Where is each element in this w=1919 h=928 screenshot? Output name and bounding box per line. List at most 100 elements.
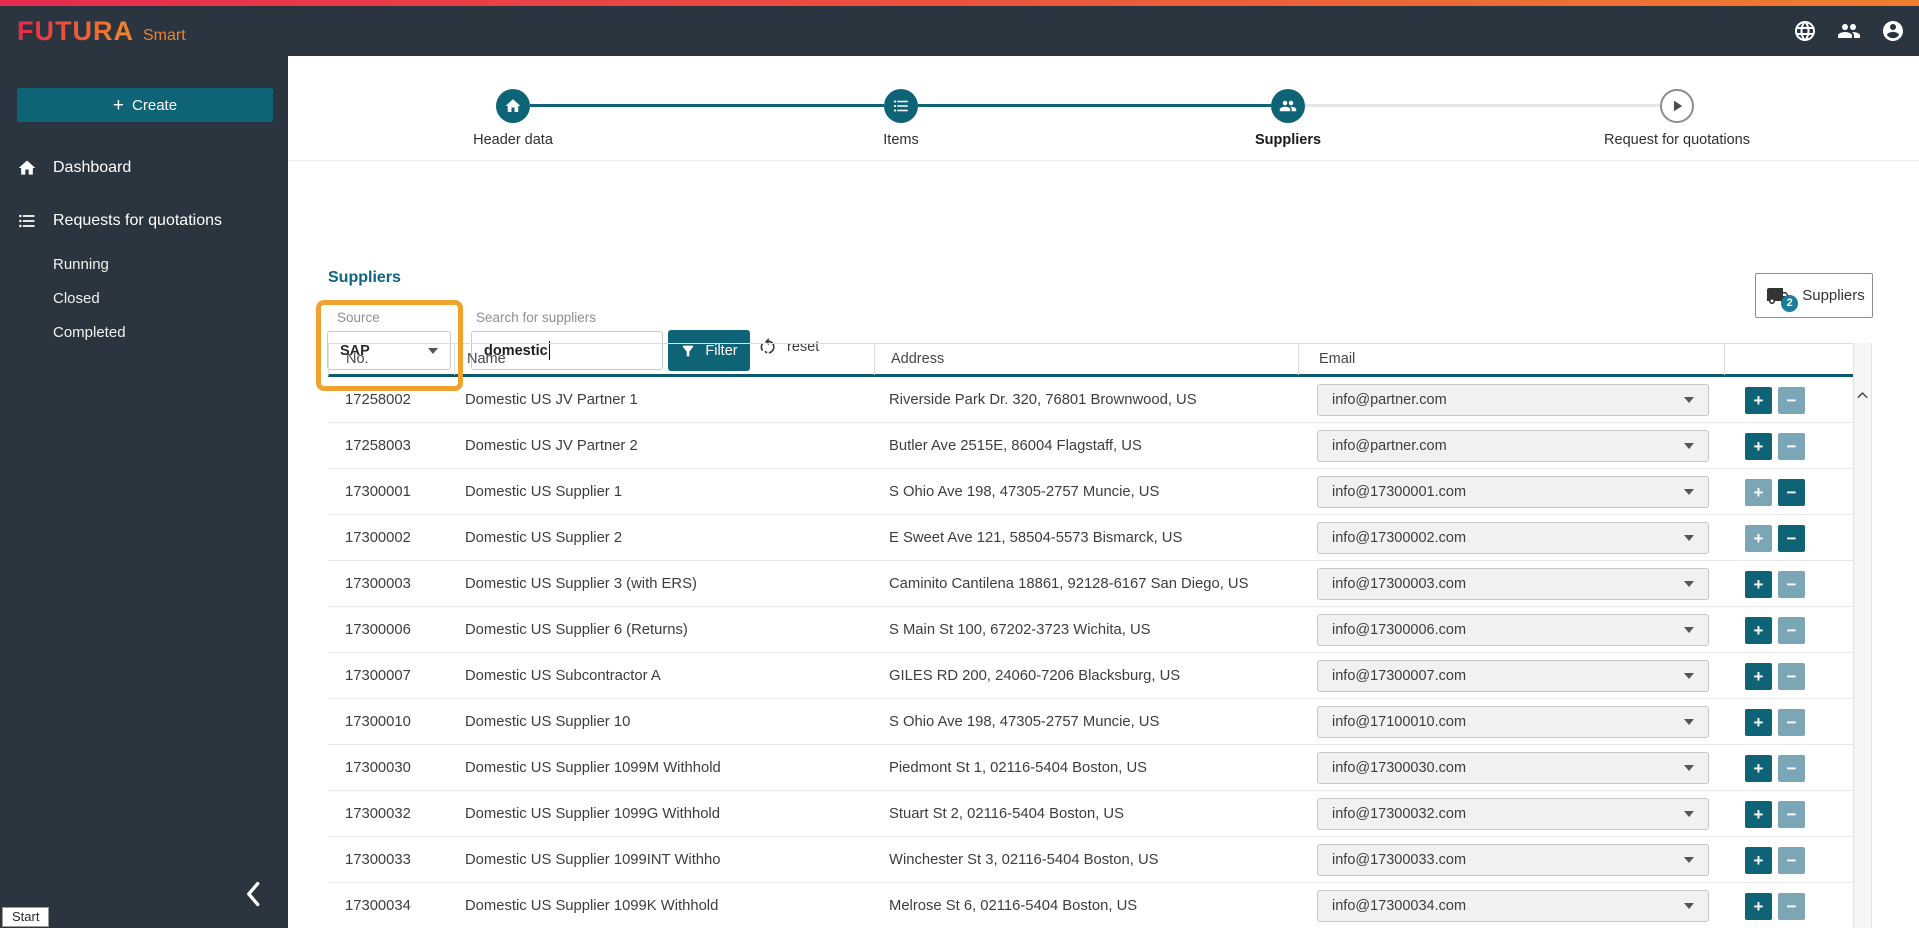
sidebar-nav: Dashboard Requests for quotations Runnin… xyxy=(0,145,288,350)
email-select-value: info@17300001.com xyxy=(1332,484,1467,500)
email-select-value: info@17300032.com xyxy=(1332,806,1467,822)
sidebar-item-dashboard[interactable]: Dashboard xyxy=(0,145,288,191)
row-actions: + − xyxy=(1723,469,1853,515)
row-actions: + − xyxy=(1723,883,1853,925)
add-supplier-button[interactable]: + xyxy=(1745,570,1772,598)
add-supplier-button[interactable]: + xyxy=(1745,708,1772,736)
remove-supplier-button[interactable]: − xyxy=(1778,386,1805,414)
collapse-sidebar-button[interactable] xyxy=(236,876,272,912)
column-header-address: Address xyxy=(874,344,1298,375)
chevron-down-icon xyxy=(1684,535,1694,541)
step-header-data[interactable]: Header data xyxy=(403,56,623,148)
remove-supplier-button[interactable]: − xyxy=(1778,524,1805,552)
step-label: Header data xyxy=(473,132,553,148)
add-supplier-button[interactable]: + xyxy=(1745,800,1772,828)
email-select[interactable]: info@17300032.com xyxy=(1317,798,1709,830)
email-select[interactable]: info@17100010.com xyxy=(1317,706,1709,738)
app-logo[interactable]: FUTURA Smart xyxy=(0,16,186,47)
email-select-value: info@17300030.com xyxy=(1332,760,1467,776)
create-button-label: Create xyxy=(132,96,178,114)
supplier-name: Domestic US Supplier 10 xyxy=(465,714,631,730)
plus-icon: + xyxy=(112,94,125,116)
remove-supplier-button[interactable]: − xyxy=(1778,616,1805,644)
email-select[interactable]: info@partner.com xyxy=(1317,430,1709,462)
email-select[interactable]: info@17300030.com xyxy=(1317,752,1709,784)
remove-supplier-button[interactable]: − xyxy=(1778,708,1805,736)
email-select-value: info@17300006.com xyxy=(1332,622,1467,638)
email-select[interactable]: info@17300033.com xyxy=(1317,844,1709,876)
create-button[interactable]: + Create xyxy=(17,88,273,122)
search-label: Search for suppliers xyxy=(476,310,597,325)
supplier-name: Domestic US Supplier 1099M Withhold xyxy=(465,760,721,776)
remove-supplier-button[interactable]: − xyxy=(1778,846,1805,874)
supplier-address: Stuart St 2, 02116-5404 Boston, US xyxy=(889,806,1124,822)
supplier-name: Domestic US Supplier 1099K Withhold xyxy=(465,898,719,914)
remove-supplier-button[interactable]: − xyxy=(1778,754,1805,782)
table-row: 17300034 Domestic US Supplier 1099K With… xyxy=(328,883,1853,925)
add-supplier-button[interactable]: + xyxy=(1745,524,1772,552)
email-select-value: info@partner.com xyxy=(1332,392,1447,408)
chevron-left-icon xyxy=(247,881,260,907)
main-content: Header data Items Suppliers Request for … xyxy=(288,56,1919,928)
add-supplier-button[interactable]: + xyxy=(1745,846,1772,874)
remove-supplier-button[interactable]: − xyxy=(1778,478,1805,506)
suppliers-table: No. Name Address Email 17258002 Domestic… xyxy=(328,343,1877,928)
logo-futura: FUTURA xyxy=(17,15,134,46)
sidebar-item-requests-for-quotations[interactable]: Requests for quotations xyxy=(0,198,288,244)
add-supplier-button[interactable]: + xyxy=(1745,432,1772,460)
add-supplier-button[interactable]: + xyxy=(1745,754,1772,782)
email-select[interactable]: info@17300006.com xyxy=(1317,614,1709,646)
email-select-value: info@17100010.com xyxy=(1332,714,1467,730)
table-row: 17258002 Domestic US JV Partner 1 Rivers… xyxy=(328,377,1853,423)
globe-icon[interactable] xyxy=(1793,19,1817,43)
sidebar-item-running[interactable]: Running xyxy=(0,248,288,282)
email-select-value: info@17300034.com xyxy=(1332,898,1467,914)
account-icon[interactable] xyxy=(1881,19,1905,43)
email-select[interactable]: info@17300001.com xyxy=(1317,476,1709,508)
chevron-down-icon xyxy=(1684,903,1694,909)
remove-supplier-button[interactable]: − xyxy=(1778,892,1805,920)
table-row: 17300002 Domestic US Supplier 2 E Sweet … xyxy=(328,515,1853,561)
remove-supplier-button[interactable]: − xyxy=(1778,800,1805,828)
supplier-name: Domestic US Supplier 1 xyxy=(465,484,623,500)
supplier-name: Domestic US Supplier 3 (with ERS) xyxy=(465,576,697,592)
sidebar-sublist: Running Closed Completed xyxy=(0,248,288,350)
supplier-no: 17300003 xyxy=(345,576,411,592)
remove-supplier-button[interactable]: − xyxy=(1778,662,1805,690)
suppliers-count-button[interactable]: 2 Suppliers xyxy=(1755,273,1873,318)
add-supplier-button[interactable]: + xyxy=(1745,386,1772,414)
scroll-up-icon[interactable] xyxy=(1854,387,1871,405)
table-header-row: No. Name Address Email xyxy=(328,343,1853,377)
step-request-for-quotations[interactable]: Request for quotations xyxy=(1567,56,1787,148)
page-title: Suppliers xyxy=(328,269,401,286)
people-icon xyxy=(1271,89,1305,123)
sidebar-item-closed[interactable]: Closed xyxy=(0,282,288,316)
table-scrollbar[interactable] xyxy=(1853,343,1872,928)
step-suppliers[interactable]: Suppliers xyxy=(1178,56,1398,148)
remove-supplier-button[interactable]: − xyxy=(1778,570,1805,598)
email-select-value: info@17300002.com xyxy=(1332,530,1467,546)
email-select[interactable]: info@17300003.com xyxy=(1317,568,1709,600)
supplier-no: 17258003 xyxy=(345,438,411,454)
column-header-no: No. xyxy=(346,351,369,367)
email-select[interactable]: info@partner.com xyxy=(1317,384,1709,416)
remove-supplier-button[interactable]: − xyxy=(1778,432,1805,460)
email-select[interactable]: info@17300007.com xyxy=(1317,660,1709,692)
add-supplier-button[interactable]: + xyxy=(1745,662,1772,690)
supplier-address: S Ohio Ave 198, 47305-2757 Muncie, US xyxy=(889,714,1160,730)
add-supplier-button[interactable]: + xyxy=(1745,616,1772,644)
add-supplier-button[interactable]: + xyxy=(1745,478,1772,506)
add-supplier-button[interactable]: + xyxy=(1745,892,1772,920)
supplier-address: Riverside Park Dr. 320, 76801 Brownwood,… xyxy=(889,392,1197,408)
chevron-down-icon xyxy=(1684,489,1694,495)
supplier-address: Winchester St 3, 02116-5404 Boston, US xyxy=(889,852,1159,868)
supplier-no: 17300030 xyxy=(345,760,411,776)
users-icon[interactable] xyxy=(1837,19,1861,43)
supplier-address: S Main St 100, 67202-3723 Wichita, US xyxy=(889,622,1151,638)
email-select[interactable]: info@17300034.com xyxy=(1317,890,1709,922)
email-select-value: info@partner.com xyxy=(1332,438,1447,454)
sidebar-item-completed[interactable]: Completed xyxy=(0,316,288,350)
row-actions: + − xyxy=(1723,423,1853,469)
email-select[interactable]: info@17300002.com xyxy=(1317,522,1709,554)
step-items[interactable]: Items xyxy=(791,56,1011,148)
